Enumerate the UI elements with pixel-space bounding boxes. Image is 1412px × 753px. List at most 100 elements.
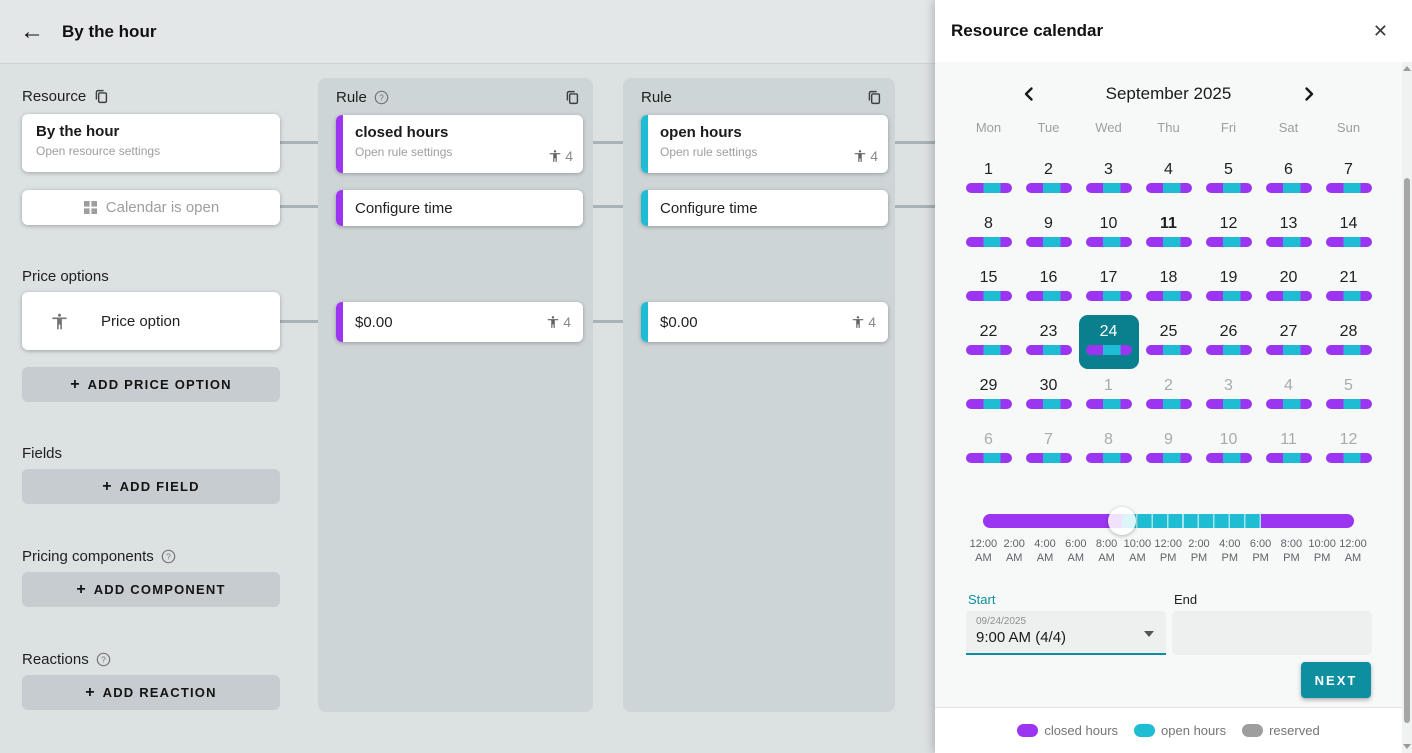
scrollbar-down-arrow-icon[interactable]	[1403, 744, 1411, 749]
day-availability-bar	[1026, 453, 1072, 463]
calendar-day[interactable]: 5	[1319, 369, 1379, 423]
help-icon[interactable]: ?	[161, 549, 176, 564]
day-availability-bar	[1086, 345, 1132, 355]
add-component-button[interactable]: + ADD COMPONENT	[22, 572, 280, 607]
day-availability-bar	[1146, 291, 1192, 301]
calendar-day[interactable]: 30	[1019, 369, 1079, 423]
help-icon[interactable]: ?	[96, 652, 111, 667]
calendar-day[interactable]: 9	[1019, 207, 1079, 261]
calendar-day[interactable]: 17	[1079, 261, 1139, 315]
calendar-day[interactable]: 16	[1019, 261, 1079, 315]
calendar-is-open-button[interactable]: Calendar is open	[22, 190, 280, 225]
end-time-select[interactable]	[1172, 611, 1372, 655]
scrollbar-up-arrow-icon[interactable]	[1403, 66, 1411, 71]
next-button[interactable]: NEXT	[1301, 662, 1371, 698]
weekday-label: Tue	[1019, 120, 1079, 135]
calendar-day[interactable]: 9	[1139, 423, 1199, 477]
day-availability-bar	[966, 453, 1012, 463]
previous-month-button[interactable]	[1016, 81, 1042, 107]
calendar-day[interactable]: 7	[1319, 153, 1379, 207]
slider-track[interactable]	[983, 514, 1354, 528]
calendar-day[interactable]: 29	[959, 369, 1019, 423]
capacity-chip: 4	[548, 148, 573, 164]
slider-handle[interactable]	[1108, 507, 1136, 535]
calendar-day[interactable]: 20	[1259, 261, 1319, 315]
calendar-day[interactable]: 12	[1319, 423, 1379, 477]
add-price-option-button[interactable]: + ADD PRICE OPTION	[22, 367, 280, 402]
price-card[interactable]: $0.00 4	[641, 302, 888, 342]
next-month-button[interactable]	[1296, 81, 1322, 107]
slider-tick-label: 4:00PM	[1214, 537, 1245, 566]
price-options-label-text: Price options	[22, 268, 109, 285]
calendar-day[interactable]: 24	[1079, 315, 1139, 369]
calendar-day[interactable]: 3	[1079, 153, 1139, 207]
help-icon[interactable]: ?	[374, 90, 389, 105]
calendar-day[interactable]: 28	[1319, 315, 1379, 369]
calendar-day[interactable]: 3	[1199, 369, 1259, 423]
calendar-day[interactable]: 1	[1079, 369, 1139, 423]
calendar-day[interactable]: 25	[1139, 315, 1199, 369]
calendar-day[interactable]: 8	[1079, 423, 1139, 477]
calendar-day[interactable]: 10	[1079, 207, 1139, 261]
close-icon[interactable]: ✕	[1369, 17, 1392, 46]
configure-time-card[interactable]: Configure time	[641, 190, 888, 226]
scrollbar-thumb[interactable]	[1404, 178, 1410, 723]
calendar-day[interactable]: 6	[959, 423, 1019, 477]
legend-swatch-reserved	[1242, 724, 1263, 737]
back-button[interactable]: ←	[12, 12, 52, 52]
day-availability-bar	[1026, 399, 1072, 409]
start-time-select[interactable]: 09/24/2025 9:00 AM (4/4)	[966, 611, 1166, 655]
day-number: 27	[1259, 321, 1319, 343]
calendar-day[interactable]: 11	[1259, 423, 1319, 477]
day-number: 9	[1139, 429, 1199, 451]
add-icon: +	[85, 684, 94, 702]
add-icon: +	[102, 478, 111, 496]
calendar-day[interactable]: 7	[1019, 423, 1079, 477]
copy-icon[interactable]	[866, 89, 883, 106]
copy-icon[interactable]	[93, 88, 110, 105]
day-number: 25	[1139, 321, 1199, 343]
calendar-day[interactable]: 2	[1019, 153, 1079, 207]
rule-card-closed-hours[interactable]: closed hours Open rule settings 4	[336, 115, 583, 173]
rule-card-subtitle: Open rule settings	[660, 145, 876, 159]
resource-card[interactable]: By the hour Open resource settings	[22, 114, 280, 172]
calendar-day[interactable]: 6	[1259, 153, 1319, 207]
fields-label-text: Fields	[22, 445, 62, 462]
calendar-day[interactable]: 18	[1139, 261, 1199, 315]
calendar-day[interactable]: 4	[1259, 369, 1319, 423]
calendar-day[interactable]: 21	[1319, 261, 1379, 315]
calendar-day[interactable]: 8	[959, 207, 1019, 261]
day-availability-bar	[1266, 183, 1312, 193]
panel-scrollbar[interactable]	[1402, 62, 1412, 753]
calendar-day[interactable]: 5	[1199, 153, 1259, 207]
calendar-day[interactable]: 1	[959, 153, 1019, 207]
copy-icon[interactable]	[564, 89, 581, 106]
day-availability-bar	[966, 183, 1012, 193]
calendar-day[interactable]: 4	[1139, 153, 1199, 207]
price-card[interactable]: $0.00 4	[336, 302, 583, 342]
calendar-day[interactable]: 2	[1139, 369, 1199, 423]
day-availability-bar	[1086, 183, 1132, 193]
price-value: $0.00	[355, 314, 393, 331]
configure-time-card[interactable]: Configure time	[336, 190, 583, 226]
calendar-day[interactable]: 10	[1199, 423, 1259, 477]
calendar-day[interactable]: 12	[1199, 207, 1259, 261]
rule-card-open-hours[interactable]: open hours Open rule settings 4	[641, 115, 888, 173]
day-availability-bar	[1086, 291, 1132, 301]
end-field-group: End	[1172, 592, 1372, 655]
calendar-day[interactable]: 26	[1199, 315, 1259, 369]
day-number: 6	[1259, 159, 1319, 181]
calendar-day[interactable]: 15	[959, 261, 1019, 315]
price-option-card[interactable]: Price option	[22, 292, 280, 350]
add-field-button[interactable]: + ADD FIELD	[22, 469, 280, 504]
calendar-day[interactable]: 23	[1019, 315, 1079, 369]
calendar-day[interactable]: 14	[1319, 207, 1379, 261]
calendar-day[interactable]: 13	[1259, 207, 1319, 261]
add-price-option-label: ADD PRICE OPTION	[88, 377, 232, 392]
calendar-day[interactable]: 22	[959, 315, 1019, 369]
slider-tick-label: 12:00AM	[1338, 537, 1369, 566]
add-reaction-button[interactable]: + ADD REACTION	[22, 675, 280, 710]
calendar-day[interactable]: 19	[1199, 261, 1259, 315]
calendar-day[interactable]: 11	[1139, 207, 1199, 261]
calendar-day[interactable]: 27	[1259, 315, 1319, 369]
